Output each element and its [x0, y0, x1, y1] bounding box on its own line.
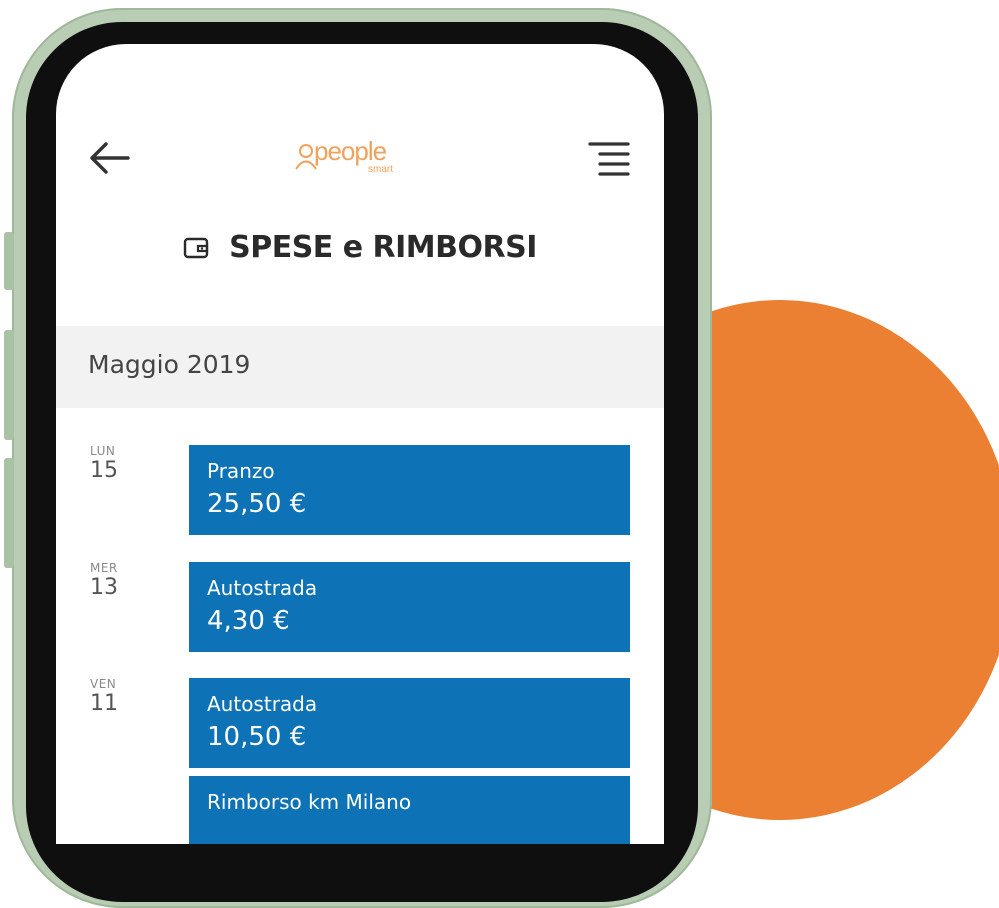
date-column: MER 13 [90, 561, 150, 600]
phone-side-button [4, 232, 14, 290]
expense-label: Autostrada [207, 576, 318, 600]
logo-word: people [314, 136, 387, 166]
expense-card[interactable]: Autostrada 4,30 € [189, 562, 630, 652]
menu-button[interactable] [584, 138, 634, 180]
day-number: 11 [90, 691, 118, 716]
weekday-label: LUN [90, 444, 116, 458]
expense-label: Pranzo [207, 459, 275, 483]
expense-card[interactable]: Rimborso km Milano [189, 776, 630, 844]
phone-volume-down-button [4, 458, 14, 568]
back-button[interactable] [86, 138, 132, 178]
expense-amount: 25,50 € [207, 489, 307, 519]
people-smart-logo: people smart [294, 134, 434, 178]
expense-amount: 10,50 € [207, 722, 307, 752]
app-screen: people smart SPESE e RIMBORSI Maggio 201… [56, 44, 664, 844]
weekday-label: VEN [90, 677, 117, 691]
date-column: LUN 15 [90, 444, 150, 483]
page-header: SPESE e RIMBORSI [56, 230, 664, 274]
date-column: VEN 11 [90, 677, 150, 716]
day-number: 15 [90, 458, 118, 483]
weekday-label: MER [90, 561, 118, 575]
expense-card[interactable]: Pranzo 25,50 € [189, 445, 630, 535]
phone-volume-up-button [4, 330, 14, 440]
expense-label: Autostrada [207, 692, 318, 716]
month-section-header: Maggio 2019 [56, 326, 664, 408]
expense-amount: 4,30 € [207, 606, 290, 636]
page-title: SPESE e RIMBORSI [229, 230, 537, 265]
expense-card[interactable]: Autostrada 10,50 € [189, 678, 630, 768]
wallet-icon [183, 237, 209, 258]
month-label: Maggio 2019 [88, 350, 251, 379]
logo-sub: smart [368, 164, 393, 175]
app-header: people smart [56, 132, 664, 188]
hamburger-menu-icon [588, 142, 630, 176]
day-number: 13 [90, 575, 118, 600]
expense-label: Rimborso km Milano [207, 790, 412, 814]
arrow-left-icon [90, 142, 130, 174]
